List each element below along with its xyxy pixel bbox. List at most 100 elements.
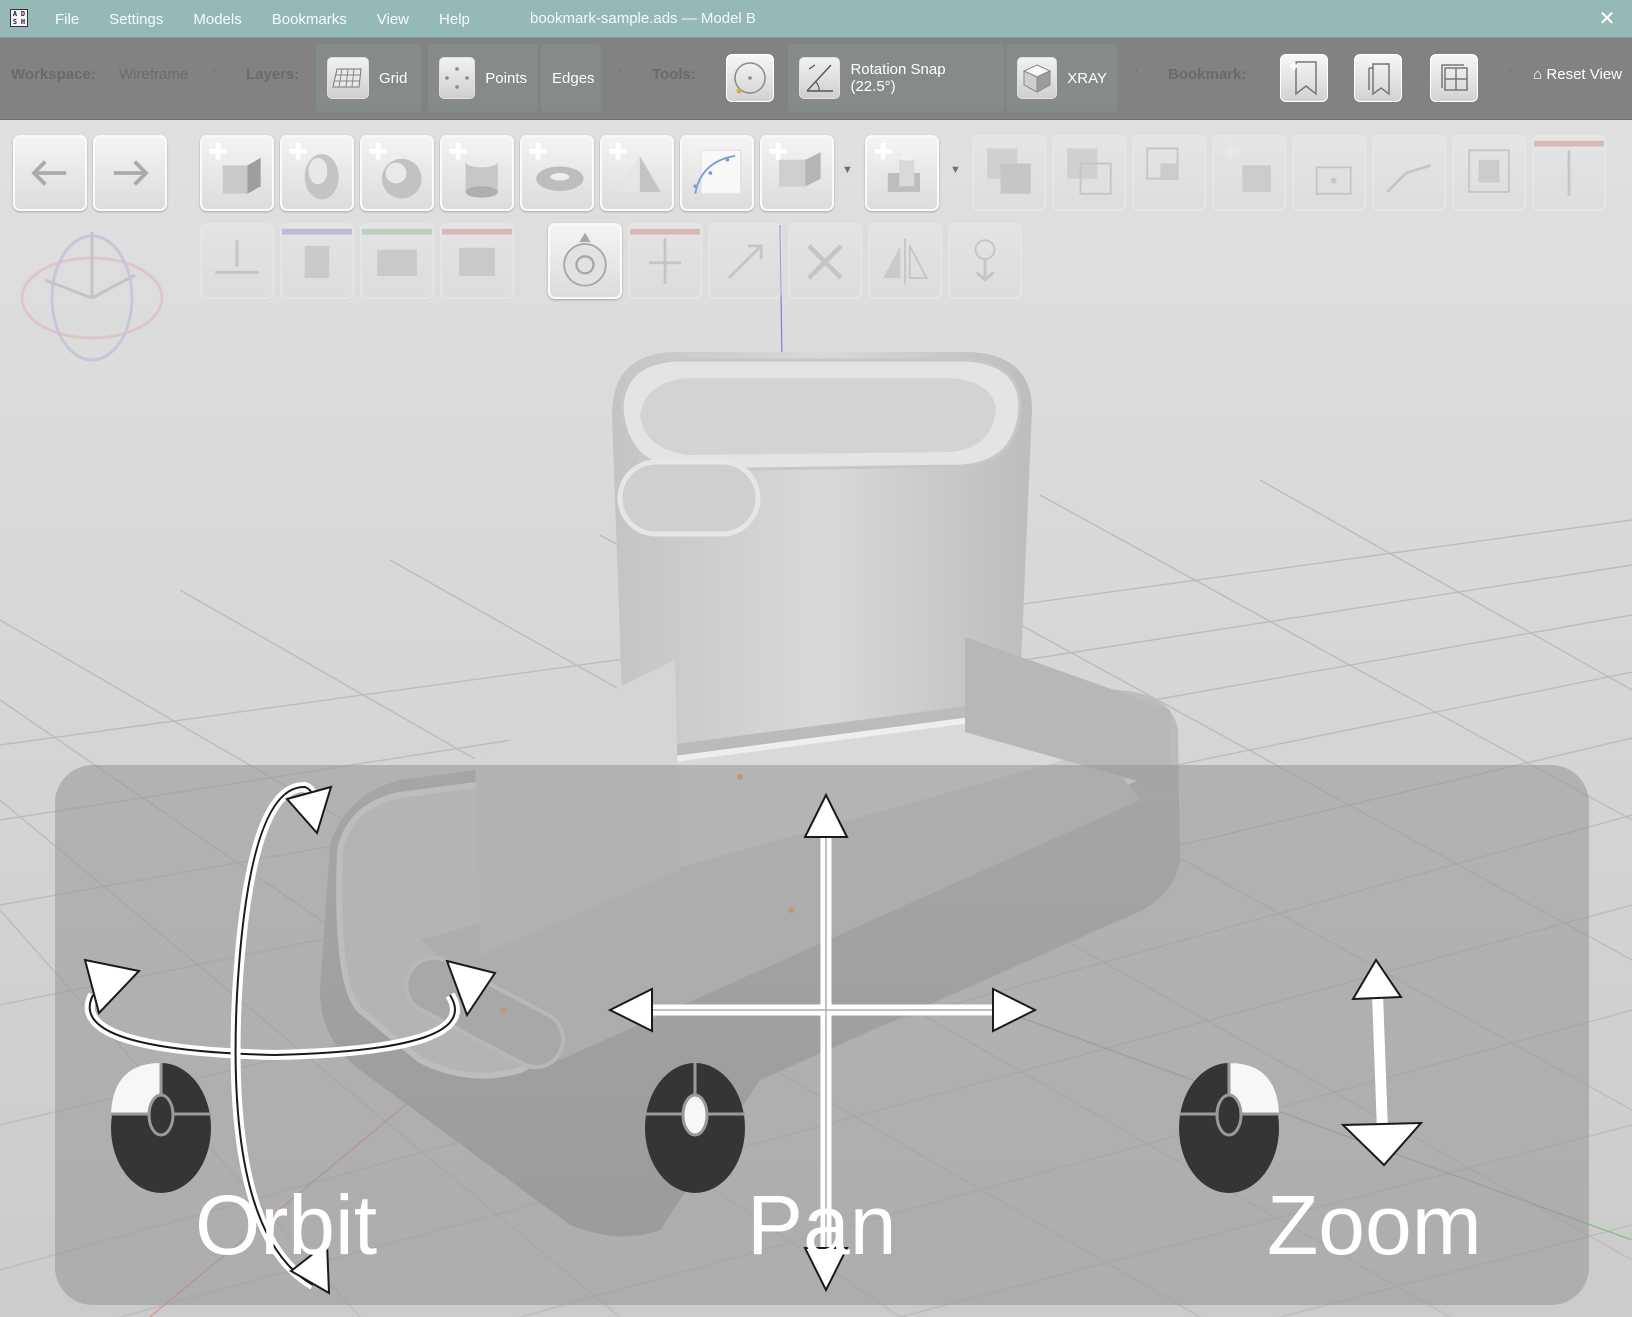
workspace-select[interactable]: Wireframe [119, 66, 188, 83]
add-boolean-button[interactable] [865, 135, 939, 211]
orbit-label: Orbit [195, 1178, 378, 1272]
undo-button[interactable] [13, 135, 87, 211]
rotation-snap-label: Rotation Snap (22.5°) [850, 61, 946, 95]
add-extrude-icon [769, 142, 821, 187]
redo-button[interactable] [93, 135, 167, 211]
separator-dot: · [1508, 62, 1513, 78]
mirror-button[interactable] [868, 223, 942, 299]
layer-grid-toggle[interactable]: Grid [316, 44, 422, 112]
layer-points-toggle[interactable]: Points [428, 44, 538, 112]
add-extrude-button[interactable] [760, 135, 834, 211]
add-cylinder-button[interactable] [440, 135, 514, 211]
bookmarks-list-button[interactable] [1354, 54, 1402, 102]
union-button[interactable] [972, 135, 1046, 211]
target-tool-button[interactable] [726, 54, 774, 102]
menu-file[interactable]: File [40, 11, 94, 28]
add-torus-button[interactable] [520, 135, 594, 211]
align-center-button[interactable] [280, 223, 354, 299]
xray-toggle[interactable]: XRAY [1006, 44, 1118, 112]
align-center-icon [282, 228, 352, 279]
zoom-label: Zoom [1267, 1178, 1482, 1272]
delete-button[interactable] [788, 223, 862, 299]
add-group-button[interactable] [1212, 135, 1286, 211]
layer-edges-toggle[interactable]: Edges [541, 44, 601, 112]
shell-button[interactable] [1452, 135, 1526, 211]
separator-dot: · [1134, 62, 1139, 78]
zoom-arrow-icon [1340, 958, 1424, 1167]
split-button[interactable] [628, 223, 702, 299]
bookmark-label: Bookmark: [1168, 66, 1247, 83]
menu-bar: File Settings Models Bookmarks View Help [40, 0, 485, 38]
extrude-dropdown-icon[interactable]: ▼ [842, 164, 853, 176]
main-toolbar: Workspace: Wireframe · Layers: Grid Poin… [0, 38, 1632, 120]
bookmark-grid-icon [1441, 64, 1468, 91]
split-icon [630, 228, 700, 284]
subtract-icon [1067, 148, 1112, 195]
3d-viewport[interactable]: ▼ ▼ Orbit Pan Zoom [0, 120, 1632, 1317]
align-icon [1534, 140, 1604, 196]
xray-cube-icon [1017, 57, 1058, 99]
add-bookmark-button[interactable] [1280, 54, 1328, 102]
boolean-dropdown-icon[interactable]: ▼ [950, 164, 961, 176]
layer-grid-label: Grid [379, 69, 408, 87]
close-icon[interactable]: ✕ [1594, 6, 1620, 32]
target-icon [734, 62, 766, 94]
menu-view[interactable]: View [362, 11, 424, 28]
add-sphere-icon [369, 142, 422, 199]
subtract-button[interactable] [1052, 135, 1126, 211]
menu-bookmarks[interactable]: Bookmarks [257, 11, 362, 28]
menu-help[interactable]: Help [424, 11, 485, 28]
intersect-button[interactable] [1132, 135, 1206, 211]
orbit-mouse-icon [111, 1063, 211, 1193]
union-icon [987, 148, 1031, 194]
intersect-icon [1146, 147, 1179, 180]
separator-dot: · [212, 62, 217, 78]
add-point-icon [1315, 166, 1352, 195]
add-boolean-icon [874, 142, 920, 192]
add-sphere-button[interactable] [360, 135, 434, 211]
navigation-help-overlay: Orbit Pan Zoom [55, 765, 1589, 1305]
delete-icon [807, 244, 843, 280]
place-button[interactable] [948, 223, 1022, 299]
add-box-icon [209, 142, 261, 194]
add-box-button[interactable] [200, 135, 274, 211]
add-ellipsoid-button[interactable] [280, 135, 354, 211]
add-cone-icon [609, 142, 661, 192]
zoom-mouse-icon [1179, 1063, 1279, 1193]
bookmark-grid-button[interactable] [1430, 54, 1478, 102]
align-button[interactable] [1532, 135, 1606, 211]
scale-icon [727, 244, 763, 280]
workspace-label: Workspace: [11, 66, 96, 83]
scale-button[interactable] [708, 223, 782, 299]
pan-mouse-icon [645, 1063, 745, 1193]
align-right-button[interactable] [440, 223, 514, 299]
menu-models[interactable]: Models [178, 11, 256, 28]
fillet-icon [1386, 164, 1432, 193]
separator-dot: · [618, 62, 623, 78]
pan-label: Pan [747, 1178, 897, 1272]
bookmarks-list-icon [1368, 63, 1390, 96]
reset-view-button[interactable]: ⌂ Reset View [1533, 66, 1622, 83]
grid-icon [327, 57, 369, 99]
distribute-button[interactable] [360, 223, 434, 299]
xray-label: XRAY [1067, 69, 1107, 87]
drop-to-floor-button[interactable] [200, 223, 274, 299]
add-curve-button[interactable] [680, 135, 754, 211]
menu-settings[interactable]: Settings [94, 11, 178, 28]
orbit-target-button[interactable] [548, 223, 622, 299]
rotation-snap-toggle[interactable]: Rotation Snap (22.5°) [788, 44, 1004, 112]
mirror-icon [883, 238, 929, 284]
add-torus-icon [529, 142, 584, 191]
app-logo-icon[interactable]: ADSH [10, 9, 28, 27]
add-cone-button[interactable] [600, 135, 674, 211]
fillet-button[interactable] [1372, 135, 1446, 211]
shell-icon [1468, 149, 1510, 193]
layers-label: Layers: [246, 66, 300, 83]
add-group-icon [1221, 142, 1271, 192]
distribute-icon [362, 228, 432, 277]
add-point-button[interactable] [1292, 135, 1366, 211]
tools-label: Tools: [652, 66, 696, 83]
layer-points-label: Points [485, 69, 527, 87]
orbit-target-icon [563, 232, 607, 287]
add-ellipsoid-icon [289, 142, 339, 200]
